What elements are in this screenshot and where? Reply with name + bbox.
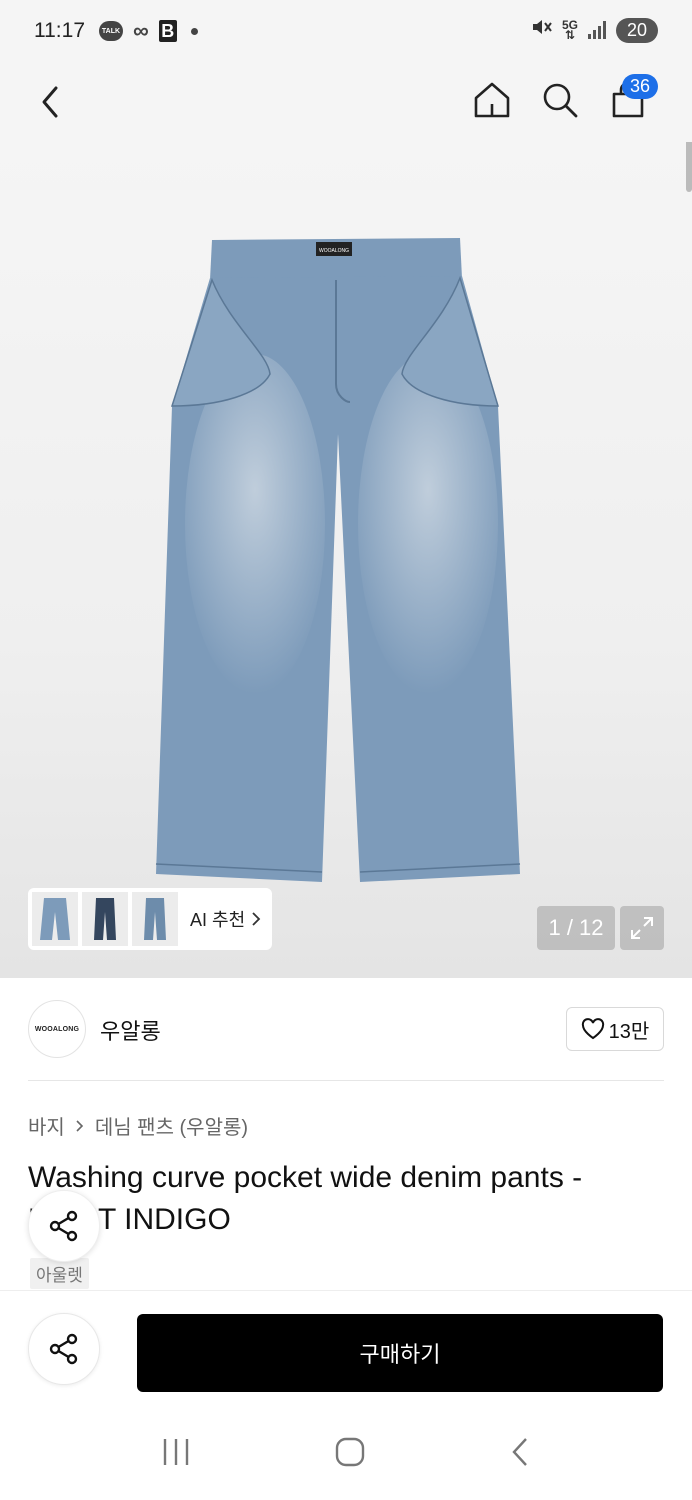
b-app-icon: B bbox=[158, 20, 177, 42]
status-bar: 11:17 TALK ∞ B 5G ⇅ 20 bbox=[0, 0, 692, 62]
thumbnail-strip: AI 추천 bbox=[28, 888, 272, 950]
share-icon bbox=[49, 1333, 78, 1365]
search-button[interactable] bbox=[540, 80, 580, 120]
recent-apps-button[interactable] bbox=[160, 1437, 192, 1472]
thumbnail-3[interactable] bbox=[132, 892, 178, 946]
product-image-gallery[interactable]: WOOALONG AI 추천 1 / 12 bbox=[0, 142, 692, 978]
share-icon bbox=[49, 1210, 78, 1242]
share-button[interactable] bbox=[28, 1313, 100, 1385]
system-status: 5G ⇅ 20 bbox=[530, 16, 658, 44]
system-navigation-bar bbox=[0, 1408, 692, 1500]
recent-apps-icon bbox=[164, 1438, 189, 1465]
breadcrumb-subcategory[interactable]: 데님 팬츠 (우알롱) bbox=[95, 1111, 248, 1140]
home-icon bbox=[474, 82, 510, 118]
brand-name[interactable]: 우알롱 bbox=[100, 1014, 161, 1046]
product-title: Washing curve pocket wide denim pants - … bbox=[28, 1161, 583, 1236]
network-5g-icon: 5G ⇅ bbox=[561, 18, 578, 42]
brand-label-tag: WOOALONG bbox=[319, 248, 349, 254]
chevron-right-icon bbox=[252, 912, 261, 926]
home-nav-button[interactable] bbox=[333, 1435, 367, 1474]
chevron-left-icon bbox=[42, 86, 58, 118]
mute-icon bbox=[530, 16, 552, 44]
brand-logo[interactable]: WOOALONG bbox=[28, 1000, 86, 1058]
notification-icons: TALK ∞ B bbox=[99, 18, 198, 44]
nav-actions: 36 bbox=[472, 74, 659, 120]
back-arrow-icon bbox=[512, 1437, 527, 1466]
ai-recommend-button[interactable]: AI 추천 bbox=[190, 906, 261, 932]
cart-count-badge: 36 bbox=[622, 74, 659, 99]
heart-icon bbox=[581, 1018, 604, 1040]
clock: 11:17 bbox=[34, 19, 85, 42]
expand-icon bbox=[631, 917, 653, 939]
cart-button[interactable]: 36 bbox=[608, 74, 659, 120]
network-label: 5G bbox=[561, 18, 578, 32]
fullscreen-button[interactable] bbox=[620, 906, 664, 950]
brand-row: WOOALONG 우알롱 13만 bbox=[0, 978, 692, 1082]
thumbnail-1[interactable] bbox=[32, 892, 78, 946]
breadcrumb-category[interactable]: 바지 bbox=[28, 1111, 65, 1140]
purchase-bar: 구매하기 bbox=[0, 1290, 692, 1408]
thumbnail-2[interactable] bbox=[82, 892, 128, 946]
image-pager: 1 / 12 bbox=[537, 906, 615, 950]
light-denim-thumbnail bbox=[40, 898, 70, 940]
chevron-right-icon bbox=[76, 1119, 83, 1132]
home-circle-icon bbox=[335, 1437, 365, 1466]
like-count: 13만 bbox=[608, 1020, 650, 1043]
back-button[interactable] bbox=[36, 82, 66, 122]
mid-denim-thumbnail bbox=[144, 898, 166, 940]
floating-share-button[interactable] bbox=[28, 1190, 100, 1262]
more-notifications-icon bbox=[190, 27, 198, 35]
scrollbar-thumb bbox=[686, 142, 692, 192]
buy-button[interactable]: 구매하기 bbox=[137, 1314, 663, 1392]
top-navigation: 36 bbox=[0, 62, 692, 142]
battery-indicator: 20 bbox=[616, 17, 658, 43]
ai-recommend-label: AI 추천 bbox=[190, 910, 246, 930]
divider bbox=[28, 1080, 664, 1081]
outlet-tag: 아울렛 bbox=[30, 1258, 89, 1289]
like-button[interactable]: 13만 bbox=[566, 1007, 664, 1051]
search-icon bbox=[543, 83, 578, 118]
dark-denim-thumbnail bbox=[94, 898, 116, 940]
breadcrumb: 바지 데님 팬츠 (우알롱) bbox=[28, 1111, 248, 1140]
signal-icon bbox=[588, 21, 606, 39]
kakaotalk-icon: TALK bbox=[99, 21, 123, 41]
system-back-button[interactable] bbox=[508, 1435, 532, 1474]
infinity-icon: ∞ bbox=[133, 18, 149, 43]
home-button[interactable] bbox=[472, 80, 512, 120]
denim-pants-image: WOOALONG bbox=[155, 238, 521, 882]
